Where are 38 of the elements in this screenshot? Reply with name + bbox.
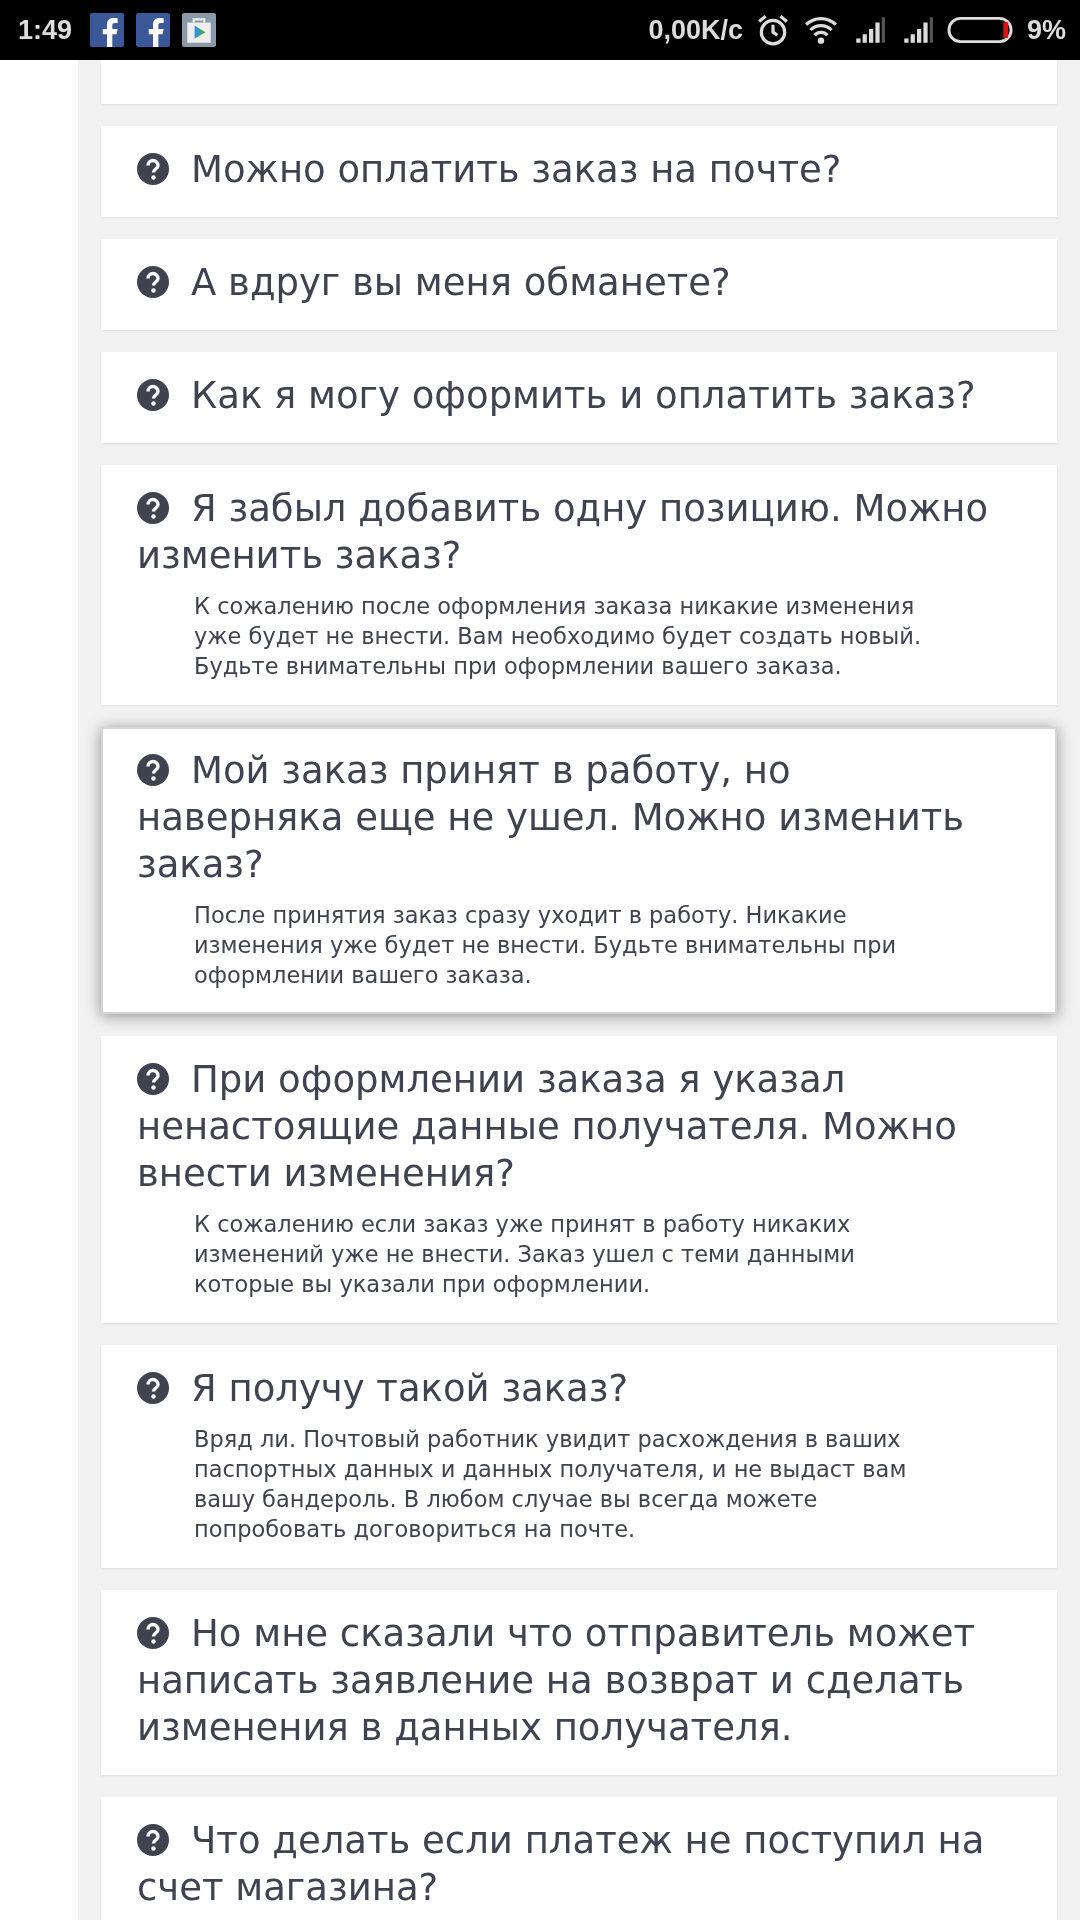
faq-question: При оформлении заказа я указал ненастоящие данные получателя. Можно внести изменения?: [137, 1057, 958, 1197]
faq-card[interactable]: Как я могу оформить и оплатить заказ?: [101, 352, 1057, 443]
faq-card[interactable]: [101, 465, 1057, 705]
faq-question: А вдруг вы меня обманете?: [137, 259, 1021, 306]
question-icon: [137, 1372, 169, 1404]
faq-answer: К сожалению после оформления заказа никакие изменения уже будет не внести. Вам необходимо будет создать новый. Будьте внимательны при оформлении вашего заказа.: [193, 592, 923, 681]
faq-card[interactable]: Можно оплатить заказ на почте?: [101, 126, 1057, 217]
faq-card[interactable]: Но мне сказали что отправитель может написать заявление на возврат и сделать изменения в данных получателя.: [101, 1590, 1057, 1775]
faq-answer: К сожалению если заказ уже принят в работу никаких изменений уже не внести. Заказ ушел с теми данными которые вы указали при оформлении.: [193, 1210, 856, 1299]
faq-question: Я получу такой заказ?: [137, 1365, 1021, 1412]
question-icon: [137, 379, 169, 411]
question-icon: [137, 153, 169, 185]
battery-percent: 9%: [1026, 14, 1066, 46]
faq-card[interactable]: [101, 1345, 1057, 1568]
faq-question: Мой заказ принят в работу, но наверняка еще не ушел. Можно изменить заказ?: [137, 748, 966, 888]
faq-card[interactable]: Что делать если платеж не поступил на счет магазина?: [101, 1797, 1057, 1920]
facebook-app-icon: [90, 13, 125, 47]
faq-question: Что делать если платеж не поступил на счет магазина?: [137, 1818, 986, 1911]
faq-card[interactable]: [101, 1036, 1057, 1323]
question-icon: [137, 1824, 169, 1856]
battery-icon: [946, 15, 1015, 45]
question-icon: [137, 492, 169, 524]
facebook-app-icon: [136, 13, 171, 47]
question-icon: [137, 1063, 169, 1095]
faq-answer: Вряд ли. Почтовый работник увидит расхождения в ваших паспортных данных и данных получателя, и не выдаст вам вашу бандероль. В любом случае вы всегда можете попробовать договориться на почте.: [193, 1425, 908, 1544]
faq-question: Как я могу оформить и оплатить заказ?: [137, 372, 1021, 419]
question-icon: [137, 754, 169, 786]
faq-question: Я забыл добавить одну позицию. Можно изменить заказ?: [137, 486, 990, 579]
network-speed: 0,00K/с: [648, 14, 743, 46]
question-icon: [137, 266, 169, 298]
faq-card[interactable]: [101, 727, 1057, 1014]
faq-question: Можно оплатить заказ на почте?: [137, 146, 1021, 193]
question-icon: [137, 1617, 169, 1649]
faq-card[interactable]: А вдруг вы меня обманете?: [101, 239, 1057, 330]
faq-question: Но мне сказали что отправитель может написать заявление на возврат и сделать изменения в данных получателя.: [137, 1611, 976, 1751]
faq-answer: После принятия заказ сразу уходит в работу. Никакие изменения уже будет не внести. Будьте внимательны при оформлении вашего заказа.: [193, 901, 898, 990]
clock-time: 1:49: [18, 14, 73, 46]
shopping-bag-icon: [182, 13, 217, 47]
